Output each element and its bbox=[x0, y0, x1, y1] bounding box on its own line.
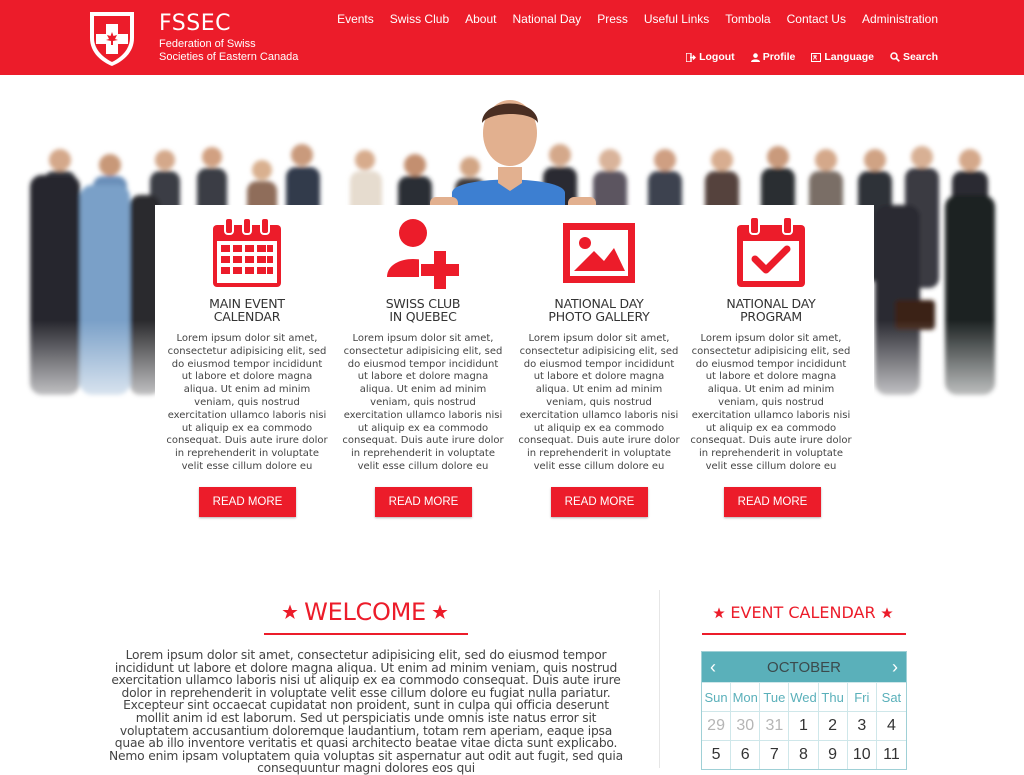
calendar-check-icon bbox=[737, 216, 805, 287]
nav-contact-us[interactable]: Contact Us bbox=[787, 12, 846, 26]
feature-title-line2: CALENDAR bbox=[213, 309, 281, 324]
prev-month-icon[interactable]: ‹ bbox=[710, 657, 716, 678]
calendar-week: 29 30 31 1 2 3 4 bbox=[702, 711, 906, 740]
search-icon bbox=[890, 52, 900, 62]
nav-administration[interactable]: Administration bbox=[862, 12, 938, 26]
calendar-day[interactable]: 7 bbox=[760, 740, 790, 769]
read-more-swiss-club-button[interactable]: READ MORE bbox=[375, 487, 472, 517]
calendar-header: ‹ OCTOBER › bbox=[702, 652, 906, 682]
feature-title-line2: PHOTO GALLERY bbox=[548, 309, 650, 324]
calendar-day[interactable]: 30 bbox=[731, 711, 761, 740]
section-divider bbox=[659, 590, 660, 768]
feature-title: MAIN EVENT CALENDAR bbox=[162, 297, 332, 325]
site-subtitle-line1: Federation of Swiss bbox=[159, 38, 256, 50]
nav-tombola[interactable]: Tombola bbox=[725, 12, 770, 26]
weekday-label: Thu bbox=[818, 682, 848, 711]
user-icon bbox=[750, 52, 760, 62]
star-icon bbox=[282, 604, 298, 619]
calendar-day[interactable]: 11 bbox=[876, 740, 906, 769]
calendar-icon bbox=[213, 217, 281, 287]
feature-title: NATIONAL DAY PHOTO GALLERY bbox=[514, 297, 684, 325]
language-label: Language bbox=[824, 51, 874, 63]
site-title[interactable]: FSSEC bbox=[159, 11, 231, 36]
feature-title: NATIONAL DAY PROGRAM bbox=[686, 297, 856, 325]
nav-events[interactable]: Events bbox=[337, 12, 374, 26]
nav-useful-links[interactable]: Useful Links bbox=[644, 12, 709, 26]
feature-national-day-program: NATIONAL DAY PROGRAM Lorem ipsum dolor s… bbox=[686, 205, 856, 473]
swiss-canada-shield-logo[interactable] bbox=[86, 8, 138, 68]
weekday-label: Wed bbox=[789, 682, 819, 711]
calendar-weekdays: Sun Mon Tue Wed Thu Fri Sat bbox=[702, 682, 906, 711]
profile-link[interactable]: Profile bbox=[750, 51, 796, 63]
site-subtitle-line2: Societies of Eastern Canada bbox=[159, 51, 299, 63]
welcome-title-text: WELCOME bbox=[304, 598, 426, 626]
feature-title-line2: PROGRAM bbox=[740, 309, 802, 324]
read-more-calendar-button[interactable]: READ MORE bbox=[199, 487, 296, 517]
read-more-gallery-button[interactable]: READ MORE bbox=[551, 487, 648, 517]
calendar-day[interactable]: 9 bbox=[818, 740, 848, 769]
event-calendar-widget: ‹ OCTOBER › Sun Mon Tue Wed Thu Fri Sat … bbox=[701, 651, 907, 770]
site-header: FSSEC Federation of Swiss Societies of E… bbox=[0, 0, 1024, 75]
read-more-program-button[interactable]: READ MORE bbox=[724, 487, 821, 517]
calendar-day[interactable]: 3 bbox=[847, 711, 877, 740]
site-subtitle: Federation of Swiss Societies of Eastern… bbox=[159, 38, 339, 64]
calendar-day[interactable]: 1 bbox=[789, 711, 819, 740]
event-calendar-divider bbox=[702, 633, 906, 635]
star-icon bbox=[880, 606, 893, 618]
weekday-label: Mon bbox=[731, 682, 761, 711]
calendar-day[interactable]: 29 bbox=[702, 711, 732, 740]
feature-description: Lorem ipsum dolor sit amet, consectetur … bbox=[342, 333, 504, 472]
nav-national-day[interactable]: National Day bbox=[512, 12, 581, 26]
features-panel: MAIN EVENT CALENDAR Lorem ipsum dolor si… bbox=[155, 205, 874, 535]
feature-national-day-gallery: NATIONAL DAY PHOTO GALLERY Lorem ipsum d… bbox=[514, 205, 684, 473]
feature-swiss-club-quebec: SWISS CLUB IN QUEBEC Lorem ipsum dolor s… bbox=[338, 205, 508, 473]
weekday-label: Sun bbox=[702, 682, 732, 711]
welcome-heading: WELCOME bbox=[262, 598, 468, 626]
calendar-day[interactable]: 2 bbox=[818, 711, 848, 740]
calendar-day[interactable]: 8 bbox=[789, 740, 819, 769]
feature-title-line2: IN QUEBEC bbox=[389, 309, 457, 324]
logout-link[interactable]: Logout bbox=[686, 51, 735, 63]
calendar-month: OCTOBER bbox=[767, 658, 841, 676]
feature-main-event-calendar: MAIN EVENT CALENDAR Lorem ipsum dolor si… bbox=[162, 205, 332, 473]
language-link[interactable]: Language bbox=[811, 51, 874, 63]
feature-description: Lorem ipsum dolor sit amet, consectetur … bbox=[690, 333, 852, 472]
event-calendar-heading: EVENT CALENDAR bbox=[700, 603, 906, 622]
next-month-icon[interactable]: › bbox=[892, 657, 898, 678]
calendar-day[interactable]: 6 bbox=[731, 740, 761, 769]
star-icon bbox=[713, 606, 726, 618]
weekday-label: Tue bbox=[760, 682, 790, 711]
calendar-day[interactable]: 31 bbox=[760, 711, 790, 740]
event-calendar-title: EVENT CALENDAR bbox=[730, 603, 876, 622]
image-icon bbox=[563, 223, 635, 283]
main-nav: Events Swiss Club About National Day Pre… bbox=[321, 12, 938, 26]
weekday-label: Sat bbox=[876, 682, 906, 711]
feature-description: Lorem ipsum dolor sit amet, consectetur … bbox=[518, 333, 680, 472]
weekday-label: Fri bbox=[847, 682, 877, 711]
logout-label: Logout bbox=[699, 51, 735, 63]
feature-title: SWISS CLUB IN QUEBEC bbox=[338, 297, 508, 325]
search-label: Search bbox=[902, 51, 938, 63]
nav-about[interactable]: About bbox=[465, 12, 496, 26]
calendar-week: 5 6 7 8 9 10 11 bbox=[702, 740, 906, 769]
nav-press[interactable]: Press bbox=[597, 12, 628, 26]
language-icon bbox=[811, 52, 822, 62]
calendar-day[interactable]: 5 bbox=[702, 740, 732, 769]
star-icon bbox=[432, 604, 448, 619]
calendar-day[interactable]: 10 bbox=[847, 740, 877, 769]
utility-nav: Logout Profile Language Search bbox=[670, 51, 938, 63]
profile-label: Profile bbox=[762, 51, 796, 63]
search-link[interactable]: Search bbox=[890, 51, 938, 63]
welcome-divider bbox=[264, 633, 468, 635]
welcome-text: Lorem ipsum dolor sit amet, consectetur … bbox=[109, 648, 623, 775]
logout-icon bbox=[686, 52, 697, 62]
nav-swiss-club[interactable]: Swiss Club bbox=[390, 12, 449, 26]
add-user-icon bbox=[387, 219, 461, 291]
feature-description: Lorem ipsum dolor sit amet, consectetur … bbox=[166, 333, 328, 472]
calendar-day[interactable]: 4 bbox=[876, 711, 906, 740]
